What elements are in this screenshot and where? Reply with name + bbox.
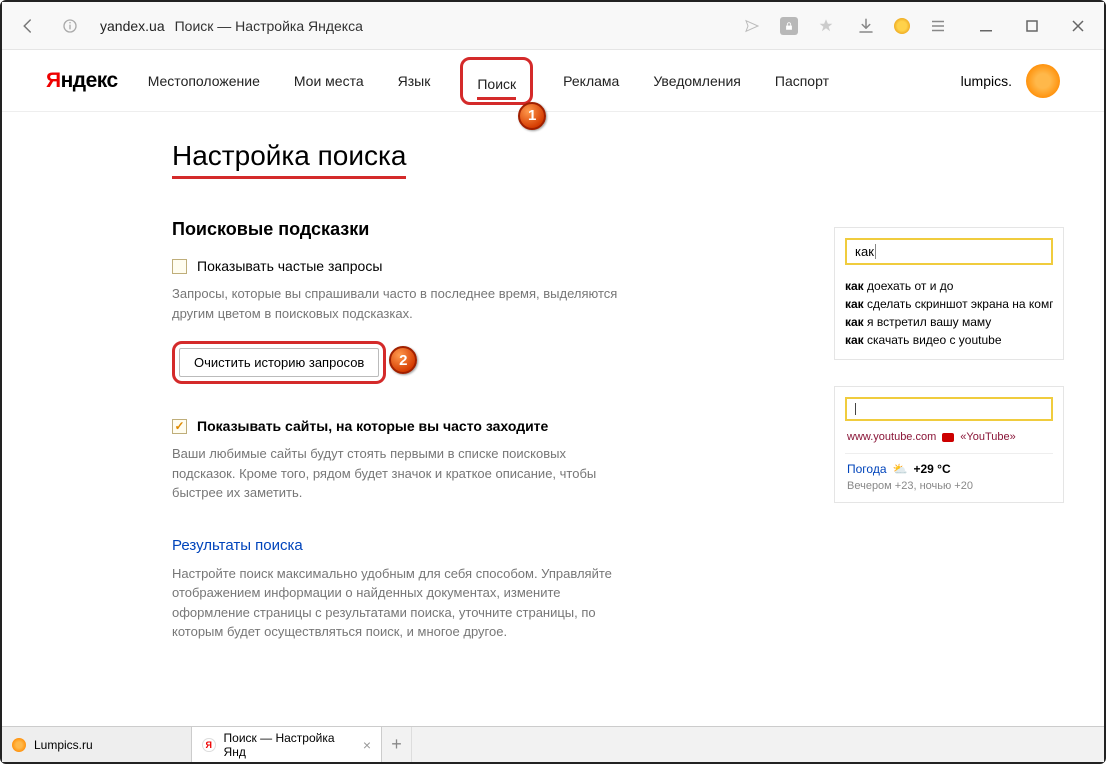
download-icon[interactable]	[854, 14, 878, 38]
site-info-icon[interactable]	[58, 14, 82, 38]
preview-weather: Погода ⛅ +29 °C Вечером +23, ночью +20	[835, 462, 1063, 502]
highlight-clear-button: Очистить историю запросов 2	[172, 341, 386, 384]
youtube-icon	[942, 433, 954, 442]
preview-search-input: как	[845, 238, 1053, 265]
preview-search-input-2	[845, 397, 1053, 421]
yandex-logo[interactable]: Яндекс	[46, 69, 118, 93]
menu-icon[interactable]	[926, 14, 950, 38]
new-tab-button[interactable]: +	[382, 727, 412, 762]
browser-toolbar: yandex.ua Поиск — Настройка Яндекса	[2, 2, 1104, 50]
page-content: Настройка поиска Поисковые подсказки Пок…	[2, 112, 1104, 726]
sites-desc: Ваши любимые сайты будут стоять первыми …	[172, 444, 622, 503]
checkbox-sites-label: Показывать сайты, на которые вы часто за…	[197, 418, 548, 434]
weather-icon: ⛅	[893, 462, 908, 476]
site-header: Яндекс Местоположение Мои места Язык Пои…	[2, 50, 1104, 112]
preview-suggestion-list: как доехать от и до как сделать скриншот…	[835, 275, 1063, 359]
url-title: Поиск — Настройка Яндекса	[175, 18, 363, 34]
list-item: как доехать от и до	[845, 277, 1053, 295]
user-name[interactable]: lumpics.	[961, 73, 1012, 89]
annotation-badge-1: 1	[518, 102, 546, 130]
list-item: как скачать видео с youtube	[845, 331, 1053, 349]
frequent-desc: Запросы, которые вы спрашивали часто в п…	[172, 284, 622, 323]
browser-tabs: Lumpics.ru Я Поиск — Настройка Янд × +	[2, 726, 1104, 762]
checkbox-sites[interactable]	[172, 419, 187, 434]
tab-yandex-search[interactable]: Я Поиск — Настройка Янд ×	[192, 727, 382, 762]
nav-passport[interactable]: Паспорт	[771, 52, 833, 110]
star-icon[interactable]	[814, 14, 838, 38]
page-title: Настройка поиска	[172, 140, 406, 179]
maximize-icon[interactable]	[1020, 14, 1044, 38]
tab-close-icon[interactable]: ×	[363, 737, 371, 753]
nav-ads[interactable]: Реклама	[559, 52, 623, 110]
clear-history-button[interactable]: Очистить историю запросов	[179, 348, 379, 377]
avatar[interactable]	[1026, 64, 1060, 98]
close-icon[interactable]	[1066, 14, 1090, 38]
checkbox-frequent-label: Показывать частые запросы	[197, 258, 382, 274]
extension-icon[interactable]	[894, 18, 910, 34]
list-item: как сделать скриншот экрана на компь	[845, 295, 1053, 313]
nav-myplaces[interactable]: Мои места	[290, 52, 368, 110]
favicon-icon: Я	[202, 738, 216, 752]
lock-icon[interactable]	[780, 17, 798, 35]
favicon-icon	[12, 738, 26, 752]
results-heading-link[interactable]: Результаты поиска	[172, 537, 1044, 554]
list-item: как я встретил вашу маму	[845, 313, 1053, 331]
nav-search[interactable]: Поиск	[477, 76, 516, 92]
nav-location[interactable]: Местоположение	[144, 52, 264, 110]
address-bar[interactable]: yandex.ua Поиск — Настройка Яндекса	[100, 18, 722, 34]
back-button[interactable]	[16, 14, 40, 38]
minimize-icon[interactable]	[974, 14, 998, 38]
annotation-badge-2: 2	[389, 346, 417, 374]
url-domain: yandex.ua	[100, 18, 165, 34]
nav-notifications[interactable]: Уведомления	[649, 52, 745, 110]
preview-site-row: www.youtube.com «YouTube»	[835, 431, 1063, 451]
highlight-search-tab: Поиск 1	[460, 57, 533, 105]
preview-suggestions: как как доехать от и до как сделать скри…	[834, 227, 1064, 360]
results-desc: Настройте поиск максимально удобным для …	[172, 564, 622, 642]
send-icon[interactable]	[740, 14, 764, 38]
checkbox-frequent[interactable]	[172, 259, 187, 274]
tab-lumpics[interactable]: Lumpics.ru	[2, 727, 192, 762]
preview-sites: www.youtube.com «YouTube» Погода ⛅ +29 °…	[834, 386, 1064, 503]
nav-language[interactable]: Язык	[394, 52, 435, 110]
